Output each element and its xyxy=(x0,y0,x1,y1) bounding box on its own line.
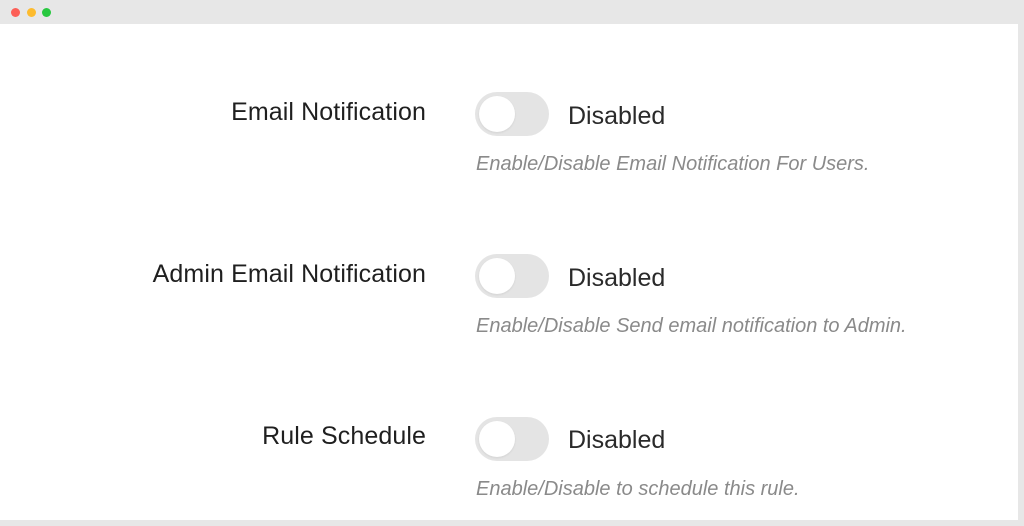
toggle-status: Disabled xyxy=(568,426,666,454)
setting-label: Rule Schedule xyxy=(262,422,426,450)
email-notification-toggle[interactable] xyxy=(475,92,549,136)
setting-help-text: Enable/Disable Email Notification For Us… xyxy=(476,153,870,175)
admin-email-notification-toggle[interactable] xyxy=(475,254,549,298)
toggle-knob xyxy=(479,421,515,457)
setting-help-text: Enable/Disable Send email notification t… xyxy=(476,315,907,337)
toggle-knob xyxy=(479,258,515,294)
settings-panel: Email Notification Disabled Enable/Disab… xyxy=(0,24,1018,520)
toggle-status: Disabled xyxy=(568,264,666,292)
setting-label: Email Notification xyxy=(231,98,426,126)
maximize-window-button[interactable] xyxy=(42,8,51,17)
minimize-window-button[interactable] xyxy=(27,8,36,17)
app-window: Email Notification Disabled Enable/Disab… xyxy=(0,0,1024,526)
rule-schedule-toggle[interactable] xyxy=(475,417,549,461)
toggle-status: Disabled xyxy=(568,102,666,130)
setting-help-text: Enable/Disable to schedule this rule. xyxy=(476,478,800,500)
window-titlebar xyxy=(0,0,1024,24)
toggle-knob xyxy=(479,96,515,132)
setting-label: Admin Email Notification xyxy=(152,260,426,288)
close-window-button[interactable] xyxy=(11,8,20,17)
